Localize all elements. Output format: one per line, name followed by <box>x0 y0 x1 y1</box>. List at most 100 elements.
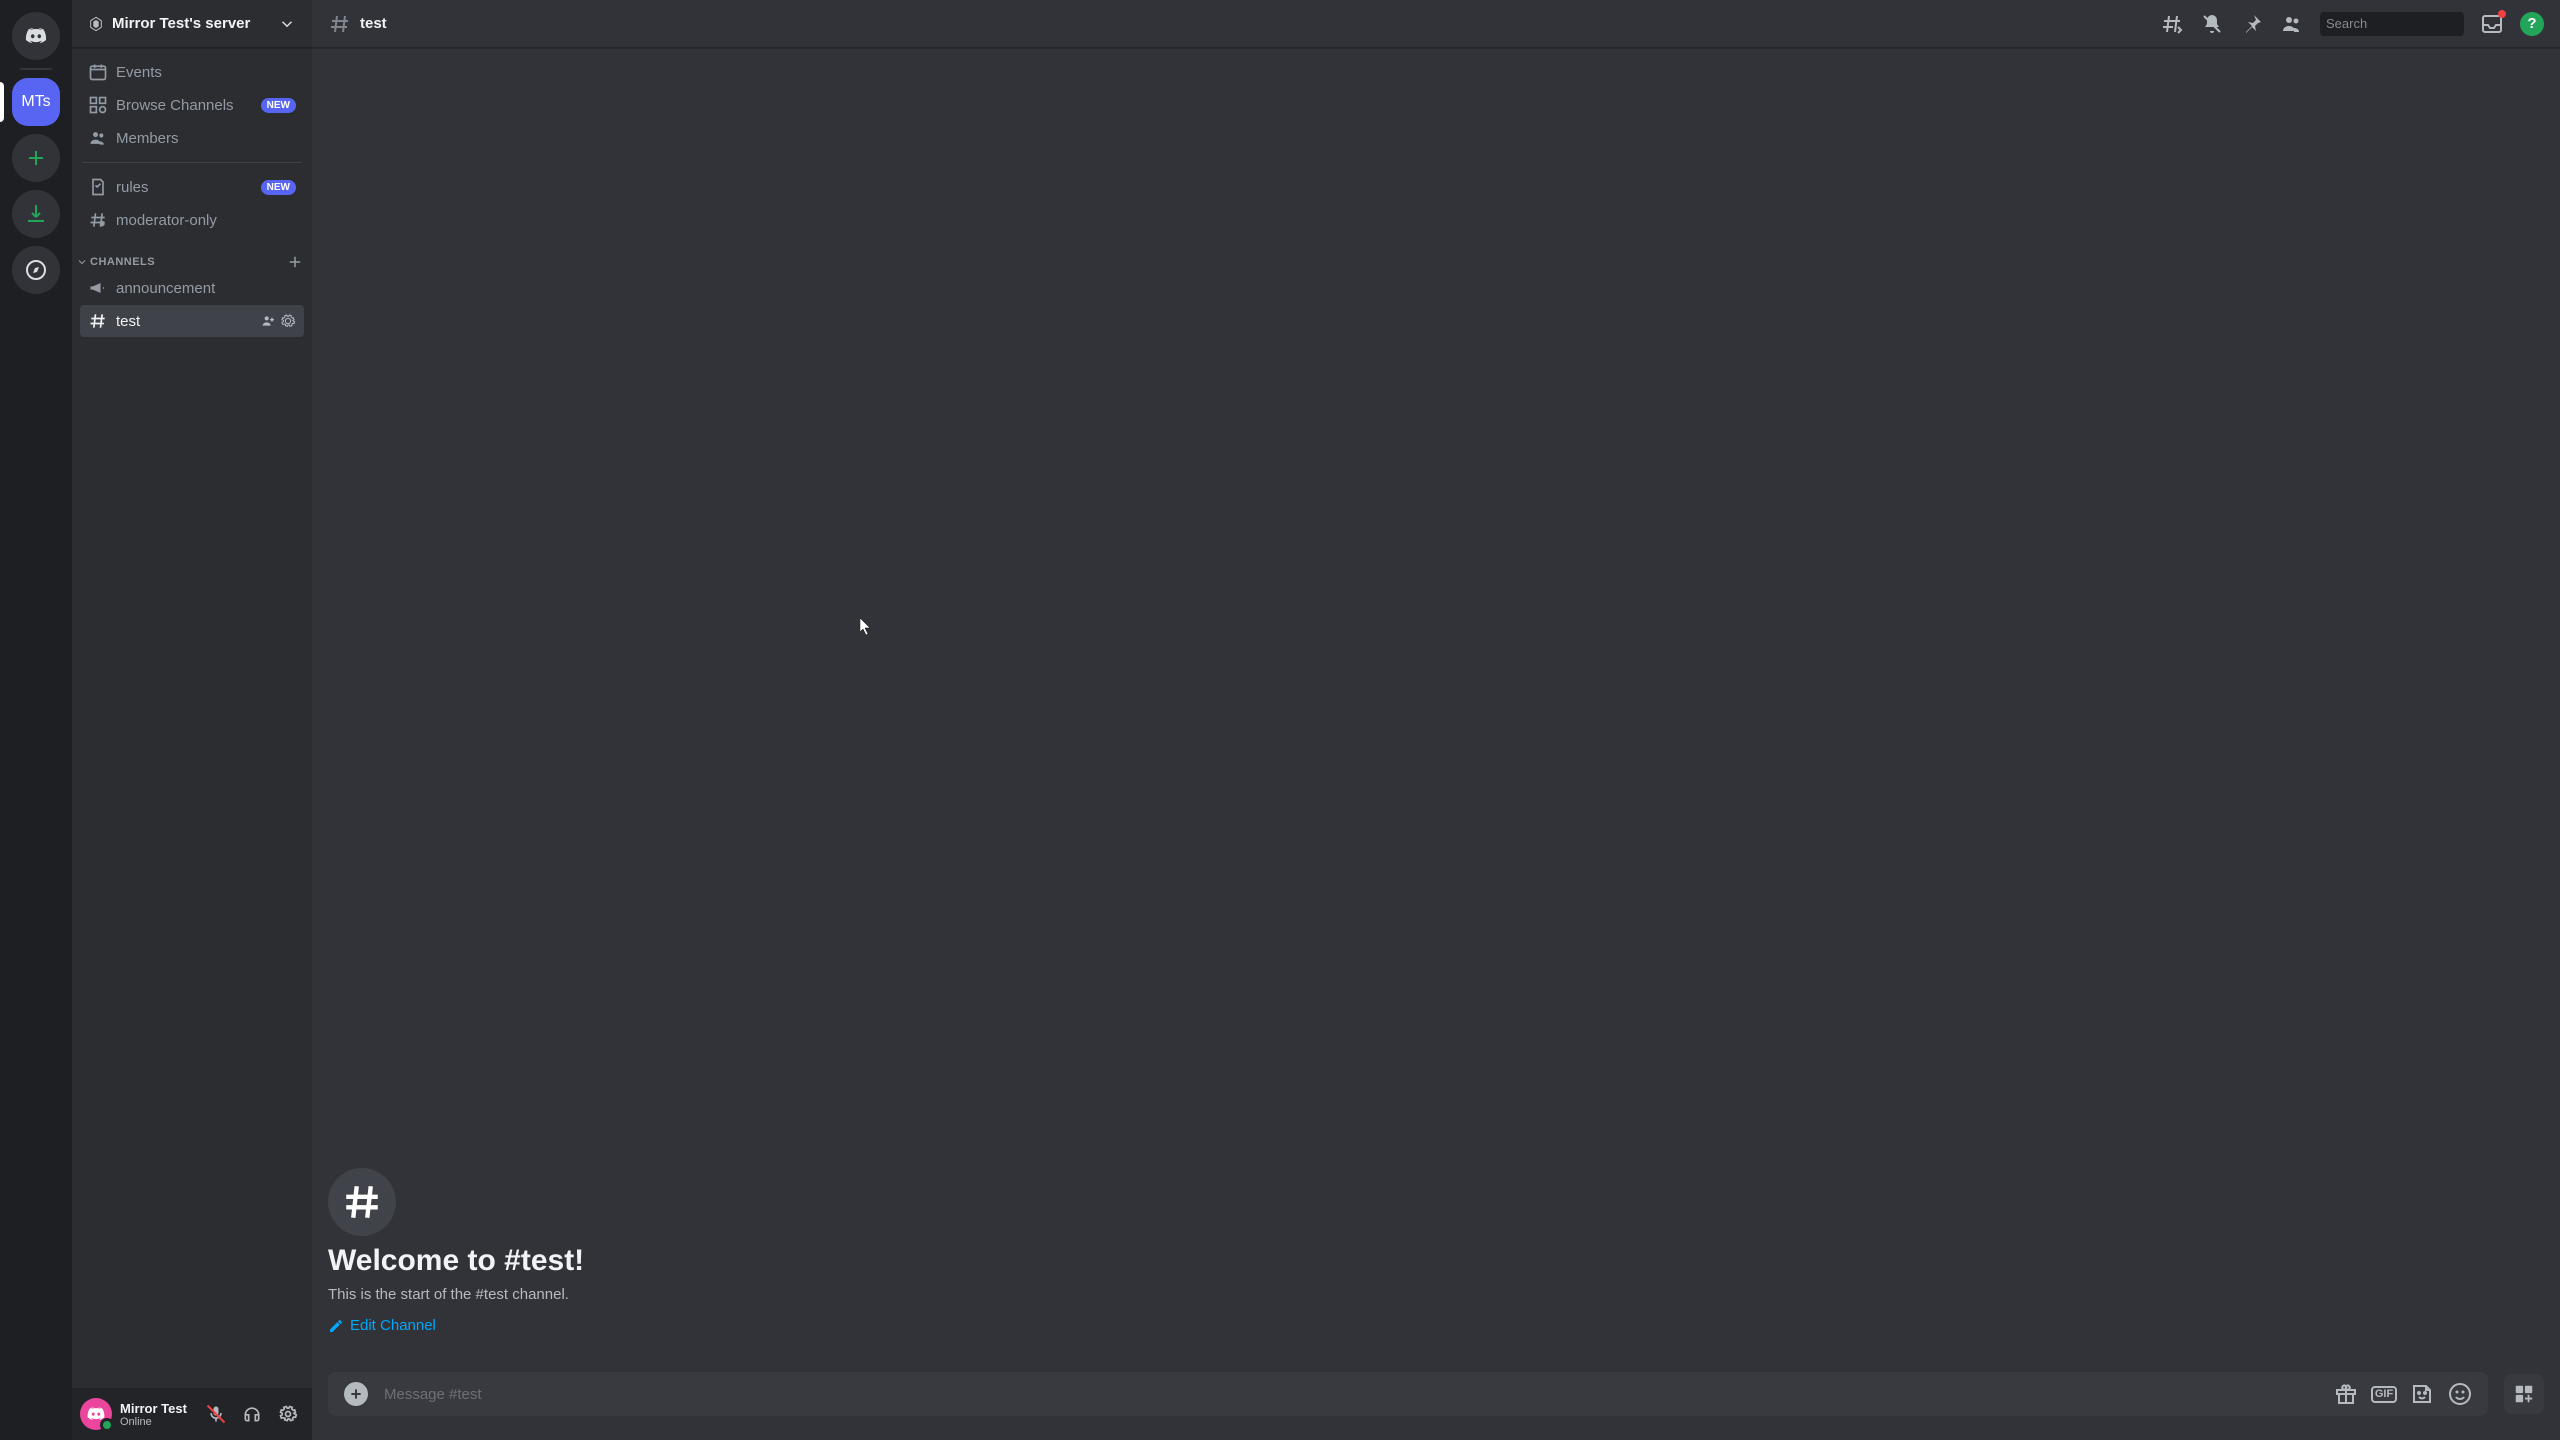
status-online-indicator <box>100 1418 114 1432</box>
search-input[interactable] <box>2326 16 2502 31</box>
edit-channel-label: Edit Channel <box>350 1317 436 1334</box>
chevron-down-icon <box>278 15 296 33</box>
chat-body: Welcome to #test! This is the start of t… <box>312 48 2560 1372</box>
guild-bar: MTs <box>0 0 72 1440</box>
welcome-title: Welcome to #test! <box>328 1244 2544 1278</box>
hash-icon <box>88 311 108 331</box>
apps-icon <box>2513 1383 2535 1405</box>
pin-icon <box>2240 12 2264 36</box>
server-badge-icon <box>88 16 104 32</box>
user-info[interactable]: Mirror Test Online <box>120 1401 192 1428</box>
user-avatar[interactable] <box>80 1398 112 1430</box>
sticker-icon <box>2410 1382 2434 1406</box>
search-box[interactable] <box>2320 12 2464 36</box>
gear-icon <box>278 1404 298 1424</box>
server-pill-selected[interactable]: MTs <box>12 78 60 126</box>
deafen-button[interactable] <box>236 1398 268 1430</box>
main-content: test ? <box>312 0 2560 1440</box>
help-button[interactable]: ? <box>2520 12 2544 36</box>
new-badge: NEW <box>261 180 296 195</box>
channel-list-scroll: Events Browse Channels NEW Members rules… <box>72 48 312 1388</box>
edit-channel-button[interactable]: Edit Channel <box>328 1311 436 1340</box>
user-name: Mirror Test <box>120 1401 192 1416</box>
category-name: CHANNELS <box>90 256 284 268</box>
channel-label: test <box>116 313 252 330</box>
chat-title: test <box>360 15 2152 32</box>
explore-servers-button[interactable] <box>12 246 60 294</box>
selection-indicator <box>0 82 4 122</box>
user-status: Online <box>120 1416 192 1428</box>
hash-large-icon <box>341 1181 383 1223</box>
notifications-button[interactable] <box>2200 12 2224 36</box>
message-composer[interactable]: GIF <box>328 1372 2488 1416</box>
compass-icon <box>24 258 48 282</box>
attach-button[interactable] <box>344 1382 368 1406</box>
composer-row: GIF <box>312 1372 2560 1440</box>
sidebar-divider <box>82 162 302 163</box>
channel-label: announcement <box>116 280 296 297</box>
emoji-icon <box>2448 1382 2472 1406</box>
chat-header: test ? <box>312 0 2560 48</box>
nav-label: Events <box>116 64 296 81</box>
rules-icon <box>88 177 108 197</box>
gif-label: GIF <box>2371 1386 2397 1403</box>
nav-label: Browse Channels <box>116 97 253 114</box>
message-input[interactable] <box>384 1386 2318 1403</box>
channel-sidebar: Mirror Test's server Events Browse Chann… <box>72 0 312 1440</box>
plus-icon <box>24 146 48 170</box>
inbox-button[interactable] <box>2480 12 2504 36</box>
members-link[interactable]: Members <box>80 122 304 154</box>
notification-dot <box>2498 10 2506 18</box>
gif-button[interactable]: GIF <box>2372 1382 2396 1406</box>
hash-icon <box>328 12 352 36</box>
hash-shield-icon <box>88 210 108 230</box>
browse-channels-link[interactable]: Browse Channels NEW <box>80 89 304 121</box>
events-link[interactable]: Events <box>80 56 304 88</box>
gift-icon <box>2334 1382 2358 1406</box>
pinned-messages-button[interactable] <box>2240 12 2264 36</box>
headphones-icon <box>242 1404 262 1424</box>
discord-logo-icon <box>24 24 48 48</box>
threads-icon <box>2160 12 2184 36</box>
help-symbol: ? <box>2527 15 2536 32</box>
download-icon <box>24 202 48 226</box>
apps-launcher-button[interactable] <box>2504 1374 2544 1414</box>
channel-label: moderator-only <box>116 212 296 229</box>
threads-button[interactable] <box>2160 12 2184 36</box>
show-members-button[interactable] <box>2280 12 2304 36</box>
user-settings-button[interactable] <box>272 1398 304 1430</box>
welcome-hash-circle <box>328 1168 396 1236</box>
channel-welcome: Welcome to #test! This is the start of t… <box>328 1168 2544 1340</box>
new-badge: NEW <box>261 98 296 113</box>
invite-people-icon[interactable] <box>260 313 276 329</box>
channel-rules[interactable]: rules NEW <box>80 171 304 203</box>
gear-icon[interactable] <box>280 313 296 329</box>
server-header[interactable]: Mirror Test's server <box>72 0 312 48</box>
bell-muted-icon <box>2200 12 2224 36</box>
add-server-button[interactable] <box>12 134 60 182</box>
category-header-channels[interactable]: CHANNELS <box>72 237 312 271</box>
members-icon <box>88 128 108 148</box>
server-name: Mirror Test's server <box>112 15 278 32</box>
add-channel-icon[interactable] <box>286 253 304 271</box>
sticker-button[interactable] <box>2410 1382 2434 1406</box>
channel-announcement[interactable]: announcement <box>80 272 304 304</box>
gift-button[interactable] <box>2334 1382 2358 1406</box>
emoji-button[interactable] <box>2448 1382 2472 1406</box>
chevron-down-small-icon <box>76 256 88 268</box>
download-apps-button[interactable] <box>12 190 60 238</box>
welcome-subtitle: This is the start of the #test channel. <box>328 1286 2544 1303</box>
dm-button[interactable] <box>12 12 60 60</box>
members-icon <box>2280 12 2304 36</box>
guild-divider <box>20 68 52 70</box>
channel-moderator-only[interactable]: moderator-only <box>80 204 304 236</box>
plus-icon <box>348 1386 364 1402</box>
server-initials: MTs <box>21 93 50 111</box>
browse-icon <box>88 95 108 115</box>
mute-mic-button[interactable] <box>200 1398 232 1430</box>
nav-label: Members <box>116 130 296 147</box>
megaphone-icon <box>88 278 108 298</box>
channel-label: rules <box>116 179 253 196</box>
user-panel: Mirror Test Online <box>72 1388 312 1440</box>
channel-test[interactable]: test <box>80 305 304 337</box>
